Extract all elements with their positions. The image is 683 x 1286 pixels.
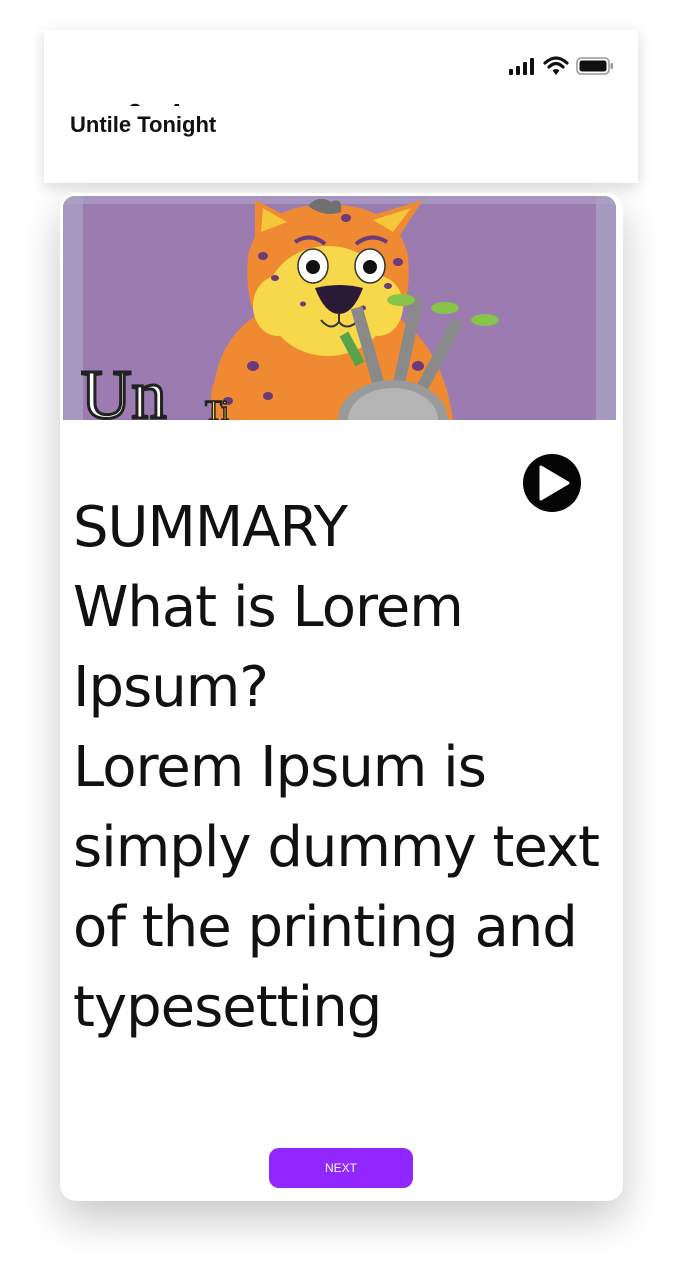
story-card: Un Ti SUMMARY What is Lorem Ipsum? Lorem… bbox=[60, 193, 623, 1201]
header: 9:4 bbox=[44, 30, 638, 183]
app-screen: 9:4 bbox=[0, 0, 683, 1286]
status-time: 9:4 bbox=[128, 94, 208, 106]
svg-text:Ti: Ti bbox=[205, 396, 229, 420]
page-title: Untile Tonight bbox=[70, 112, 217, 137]
summary-heading: SUMMARY bbox=[73, 495, 348, 560]
wifi-icon bbox=[543, 56, 569, 80]
cover-image: Un Ti bbox=[63, 196, 616, 420]
svg-text:Un: Un bbox=[81, 357, 167, 420]
signal-icon bbox=[508, 57, 536, 79]
status-time-text: 9:4 bbox=[128, 98, 190, 106]
next-button[interactable]: NEXT bbox=[269, 1148, 413, 1188]
status-icons bbox=[508, 56, 614, 80]
summary-section: SUMMARY What is Lorem Ipsum? Lorem Ipsum… bbox=[73, 488, 603, 1048]
summary-question: What is Lorem Ipsum? bbox=[73, 575, 464, 720]
battery-icon bbox=[576, 56, 614, 80]
summary-body: Lorem Ipsum is simply dummy text of the … bbox=[73, 735, 600, 1040]
